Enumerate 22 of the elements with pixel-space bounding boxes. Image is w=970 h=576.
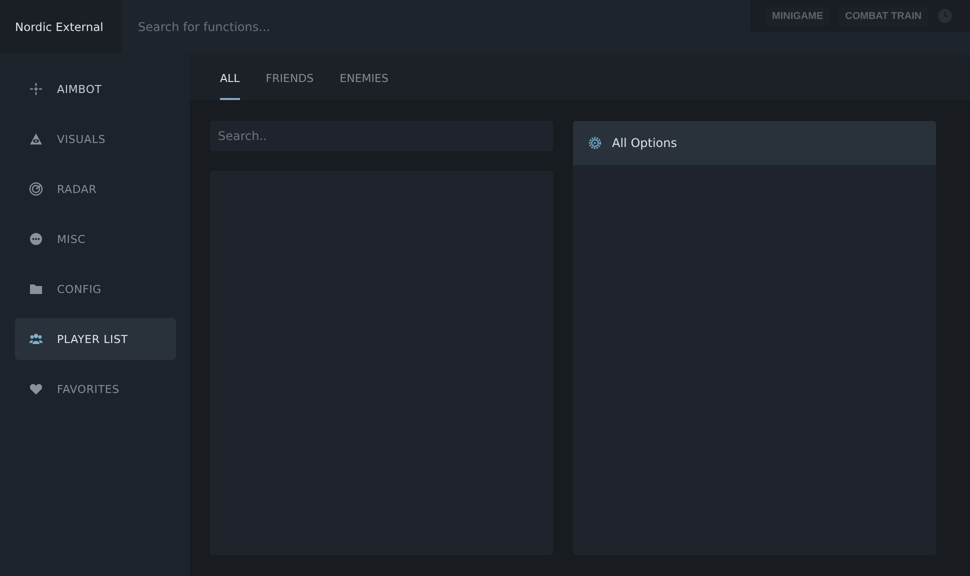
sidebar-item[interactable]: VISUALS	[15, 118, 176, 160]
folder-icon	[29, 282, 43, 296]
search-field[interactable]: Search..	[210, 121, 553, 151]
search-field[interactable]: Search for functions...	[138, 20, 438, 34]
tab[interactable]: ENEMIES	[340, 53, 388, 100]
sidebar-item[interactable]: PLAYER LIST	[15, 318, 176, 360]
sidebar-item[interactable]: CONFIG	[15, 268, 176, 310]
crosshair-icon	[29, 82, 43, 96]
eye-triangle-icon	[29, 132, 43, 146]
heart-icon	[29, 382, 43, 396]
radar-icon	[29, 182, 43, 196]
panel-title: All Options	[612, 136, 677, 150]
app-title: Nordic External	[15, 20, 104, 34]
users-icon	[29, 332, 43, 346]
gear-icon	[588, 136, 602, 150]
sidebar-item[interactable]: FAVORITES	[15, 368, 176, 410]
sidebar-item[interactable]: MISC	[15, 218, 176, 260]
tab[interactable]: FRIENDS	[266, 53, 314, 100]
tab[interactable]: ALL	[220, 53, 240, 100]
dots-icon	[29, 232, 43, 246]
sidebar-item[interactable]: AIMBOT	[15, 68, 176, 110]
sidebar-item[interactable]: RADAR	[15, 168, 176, 210]
